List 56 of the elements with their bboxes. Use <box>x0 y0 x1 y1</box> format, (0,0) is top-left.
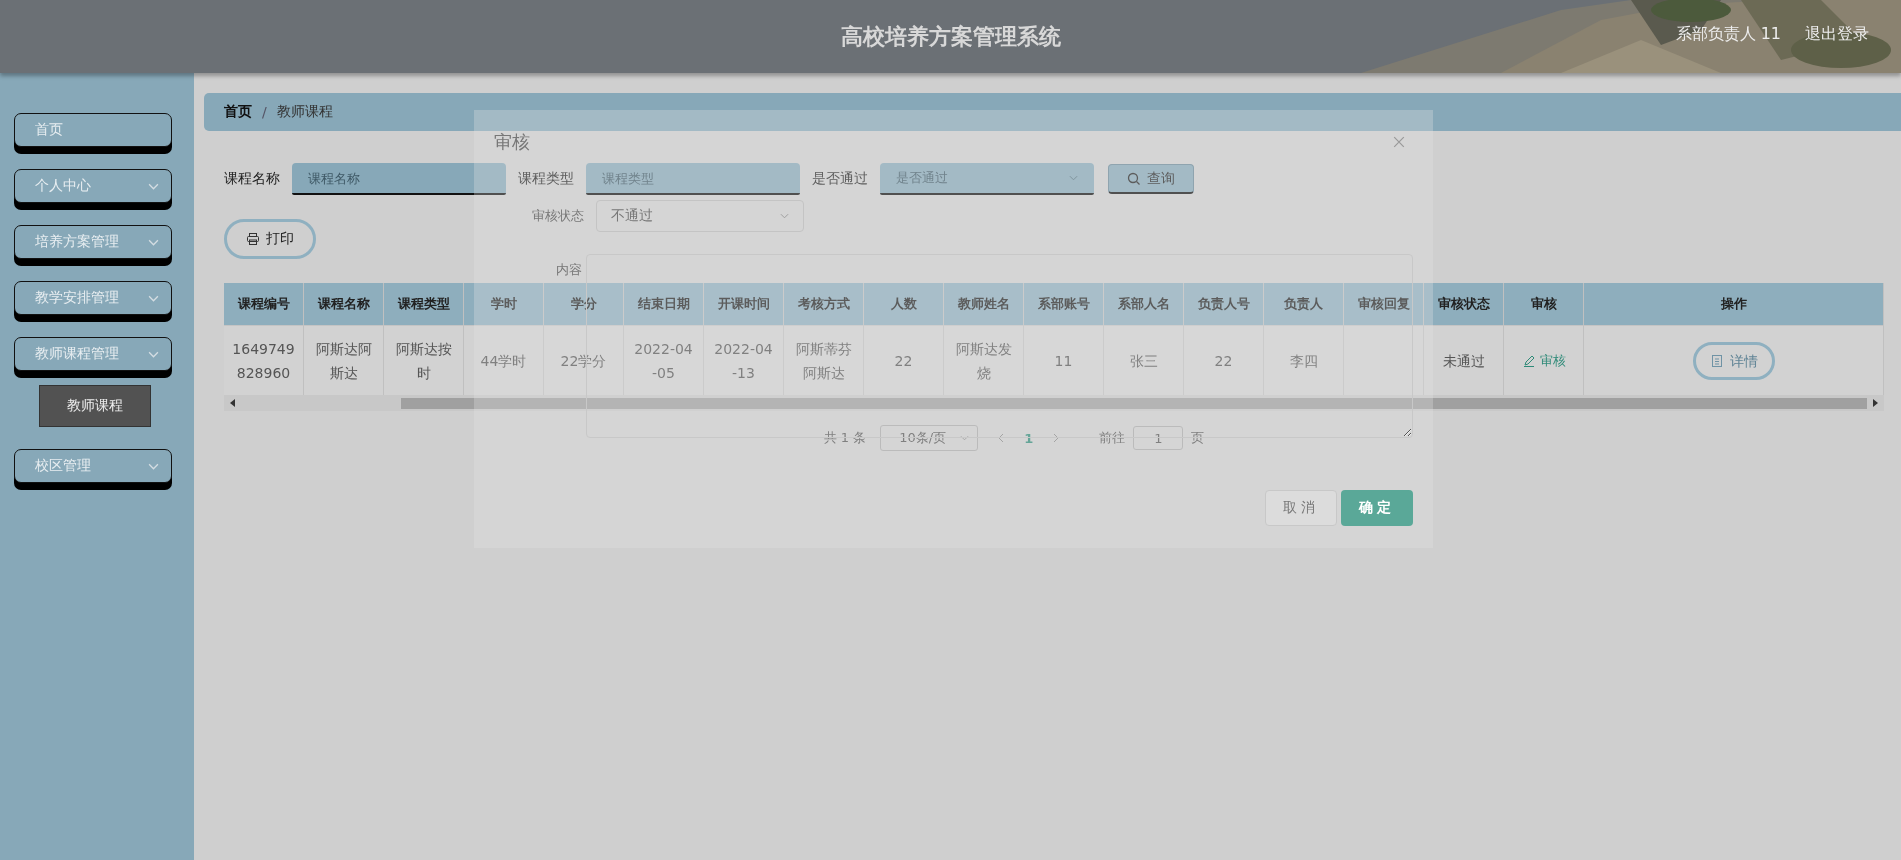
field-label: 课程名称 <box>224 170 280 188</box>
next-page-icon[interactable] <box>1053 433 1060 443</box>
column-header: 开课时间 <box>704 283 784 325</box>
logout-link[interactable]: 退出登录 <box>1805 24 1869 45</box>
scroll-left-icon <box>230 399 235 407</box>
submenu-item[interactable]: 教师课程 <box>39 385 151 427</box>
column-header: 审核状态 <box>1424 283 1504 325</box>
chevron-down-icon <box>148 294 159 302</box>
chevron-down-icon <box>780 213 789 219</box>
column-header: 考核方式 <box>784 283 864 325</box>
scroll-right-icon <box>1873 399 1878 407</box>
column-header: 负责人号 <box>1184 283 1264 325</box>
previous-page-icon[interactable] <box>998 433 1005 443</box>
user-label: 系部负责人 11 <box>1675 24 1781 45</box>
field-label: 课程类型 <box>518 170 574 188</box>
printer-icon <box>246 232 260 246</box>
app-title: 高校培养方案管理系统 <box>840 22 1061 51</box>
input-field[interactable]: 课程名称 <box>292 163 506 195</box>
column-header: 系部人名 <box>1104 283 1184 325</box>
search-icon <box>1127 171 1141 186</box>
confirm-button[interactable]: 确定 <box>1341 490 1413 526</box>
dialog-title: 审核 <box>494 130 530 154</box>
breadcrumb-link[interactable]: 教师课程 <box>276 103 333 121</box>
field-label: 审核状态 <box>531 207 584 225</box>
column-header: 系部账号 <box>1024 283 1104 325</box>
column-header: 教师姓名 <box>944 283 1024 325</box>
chevron-down-icon <box>148 238 159 246</box>
column-header: 学时 <box>464 283 544 325</box>
horizontal-scrollbar[interactable] <box>224 395 1884 411</box>
chevron-down-icon <box>148 182 159 190</box>
chevron-down-icon <box>148 462 159 470</box>
close-icon[interactable] <box>1393 136 1405 148</box>
column-header: 操作 <box>1584 283 1884 325</box>
chevron-down-icon <box>148 350 159 358</box>
breadcrumb-link[interactable]: 首页 <box>224 103 252 121</box>
cancel-button[interactable]: 取消 <box>1265 490 1337 526</box>
chevron-down-icon <box>960 435 970 441</box>
review-link[interactable]: 审核 <box>1521 348 1566 373</box>
field-label: 内容 <box>555 261 583 279</box>
print-button[interactable]: 打印 <box>224 219 316 259</box>
chevron-down-icon <box>1069 175 1078 181</box>
column-header: 课程类型 <box>384 283 464 325</box>
status-select[interactable]: 不通过 <box>596 200 804 232</box>
column-header: 人数 <box>864 283 944 325</box>
field-label: 是否通过 <box>812 170 868 188</box>
pencil-icon <box>1521 353 1536 368</box>
column-header: 课程编号 <box>224 283 304 325</box>
search-button[interactable]: 查询 <box>1108 164 1194 194</box>
column-header: 审核回复 <box>1344 283 1424 325</box>
column-header: 课程名称 <box>304 283 384 325</box>
document-icon <box>1709 353 1724 368</box>
column-header: 负责人 <box>1264 283 1344 325</box>
breadcrumb-separator: / <box>262 104 267 120</box>
column-header: 结束日期 <box>624 283 704 325</box>
detail-button[interactable]: 详情 <box>1692 341 1775 380</box>
column-header: 审核 <box>1504 283 1584 325</box>
